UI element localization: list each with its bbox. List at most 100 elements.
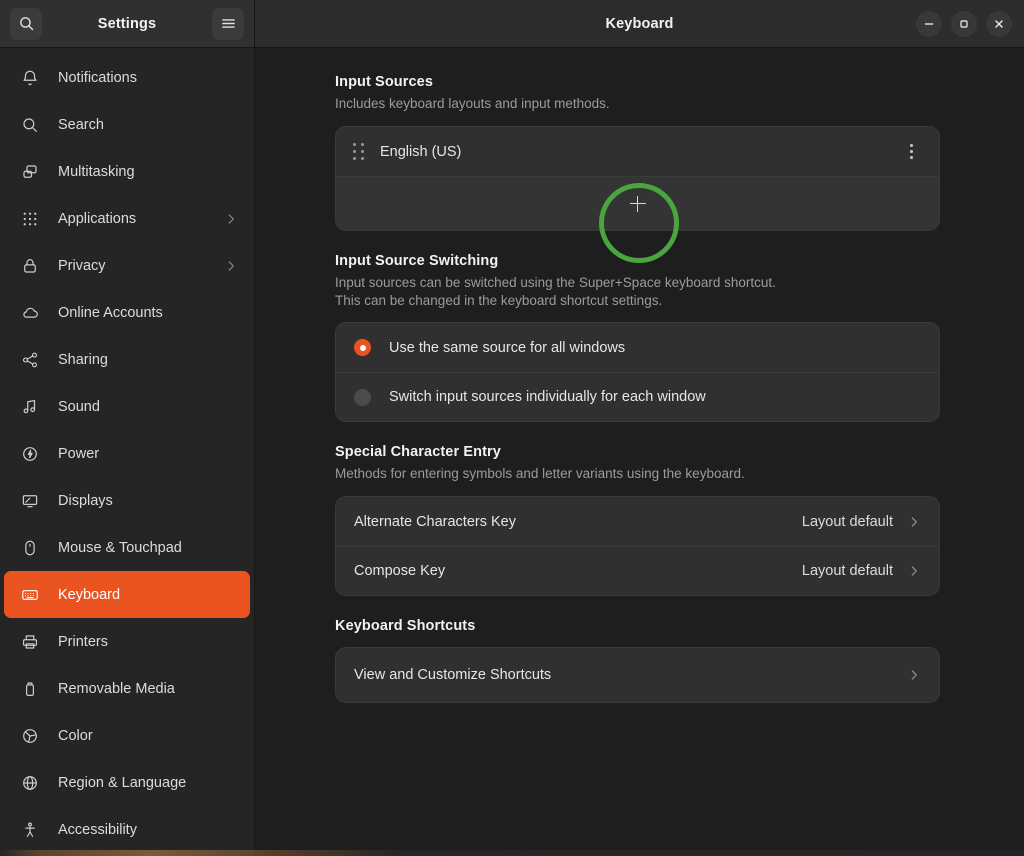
search-icon: [18, 15, 35, 32]
power-bolt-icon: [20, 444, 40, 464]
sidebar-item-notifications[interactable]: Notifications: [4, 54, 250, 101]
sidebar-item-accessibility[interactable]: Accessibility: [4, 806, 250, 853]
settings-window: Settings Keyboard Notifications Search M…: [0, 0, 1024, 856]
radio-option-per-window[interactable]: Switch input sources individually for ea…: [336, 372, 939, 421]
sidebar-item-sound[interactable]: Sound: [4, 383, 250, 430]
sidebar-item-multitasking[interactable]: Multitasking: [4, 148, 250, 195]
chevron-right-icon: [224, 259, 238, 273]
page-title: Keyboard: [605, 15, 674, 32]
sidebar-item-region-language[interactable]: Region & Language: [4, 759, 250, 806]
chevron-right-icon: [907, 668, 921, 682]
special-character-entry-card: Alternate Characters Key Layout default …: [335, 496, 940, 596]
lock-icon: [20, 256, 40, 276]
accessibility-icon: [20, 820, 40, 840]
sidebar-item-label: Applications: [58, 210, 137, 227]
color-wheel-icon: [20, 726, 40, 746]
hamburger-menu-icon: [220, 15, 237, 32]
maximize-button[interactable]: [951, 11, 977, 37]
sidebar-item-power[interactable]: Power: [4, 430, 250, 477]
globe-icon: [20, 773, 40, 793]
search-icon: [20, 115, 40, 135]
sidebar-item-color[interactable]: Color: [4, 712, 250, 759]
sidebar-item-displays[interactable]: Displays: [4, 477, 250, 524]
radio-button-selected[interactable]: [354, 339, 371, 356]
maximize-icon: [958, 18, 970, 30]
sidebar-item-mouse-touchpad[interactable]: Mouse & Touchpad: [4, 524, 250, 571]
chevron-right-icon: [224, 212, 238, 226]
cloud-icon: [20, 303, 40, 323]
sidebar-item-label: Mouse & Touchpad: [58, 539, 182, 556]
row-value: Layout default: [801, 563, 893, 579]
monitor-icon: [20, 491, 40, 511]
sidebar-item-label: Privacy: [58, 257, 106, 274]
more-options-icon[interactable]: [901, 142, 921, 162]
sidebar-item-label: Region & Language: [58, 774, 187, 791]
chevron-right-icon: [907, 515, 921, 529]
mouse-icon: [20, 538, 40, 558]
sidebar-item-applications[interactable]: Applications: [4, 195, 250, 242]
radio-option-same-source[interactable]: Use the same source for all windows: [336, 323, 939, 372]
sidebar-item-label: Sharing: [58, 351, 108, 368]
sidebar-item-label: Notifications: [58, 69, 137, 86]
sidebar-item-label: Removable Media: [58, 680, 175, 697]
keyboard-shortcuts-title: Keyboard Shortcuts: [335, 618, 476, 634]
special-character-entry-description: Methods for entering symbols and letter …: [335, 466, 745, 481]
sidebar-item-label: Power: [58, 445, 100, 462]
keyboard-shortcuts-group: Keyboard Shortcuts View and Customize Sh…: [335, 618, 940, 703]
sidebar-item-sharing[interactable]: Sharing: [4, 336, 250, 383]
description-line-1: Input sources can be switched using the …: [335, 275, 776, 290]
row-label: Alternate Characters Key: [354, 513, 516, 530]
sidebar-item-label: Multitasking: [58, 163, 135, 180]
input-source-switching-description: Input sources can be switched using the …: [335, 274, 940, 310]
window-header: Settings Keyboard: [0, 0, 1024, 48]
music-note-icon: [20, 397, 40, 417]
input-sources-group: Input Sources Includes keyboard layouts …: [335, 74, 940, 231]
input-source-switching-group: Input Source Switching Input sources can…: [335, 253, 940, 422]
sidebar-item-label: Online Accounts: [58, 304, 163, 321]
drag-handle-icon[interactable]: [352, 142, 366, 161]
radio-button-unselected[interactable]: [354, 388, 371, 406]
input-sources-description: Includes keyboard layouts and input meth…: [335, 96, 610, 111]
special-character-entry-title: Special Character Entry: [335, 444, 501, 460]
minimize-button[interactable]: [916, 11, 942, 37]
sidebar-item-online-accounts[interactable]: Online Accounts: [4, 289, 250, 336]
input-source-switching-title: Input Source Switching: [335, 253, 499, 269]
main-menu-button[interactable]: [212, 7, 244, 40]
sidebar-item-label: Sound: [58, 398, 100, 415]
sidebar-item-search[interactable]: Search: [4, 101, 250, 148]
keyboard-icon: [20, 585, 40, 605]
content-headerbar: Keyboard: [255, 0, 1024, 47]
usb-drive-icon: [20, 679, 40, 699]
view-customize-shortcuts-row[interactable]: View and Customize Shortcuts: [336, 648, 939, 702]
sidebar-item-label: Printers: [58, 633, 108, 650]
close-button[interactable]: [986, 11, 1012, 37]
minimize-icon: [923, 18, 935, 30]
radio-option-label: Switch input sources individually for ea…: [389, 389, 706, 405]
windows-icon: [20, 162, 40, 182]
sidebar-item-label: Search: [58, 116, 104, 133]
window-body: Notifications Search Multitasking Applic…: [0, 48, 1024, 856]
input-source-row[interactable]: English (US): [336, 127, 939, 176]
settings-sidebar: Notifications Search Multitasking Applic…: [0, 48, 255, 856]
sidebar-headerbar: Settings: [0, 0, 255, 47]
sidebar-item-keyboard[interactable]: Keyboard: [4, 571, 250, 618]
compose-key-row[interactable]: Compose Key Layout default: [336, 546, 939, 595]
sidebar-item-label: Keyboard: [58, 586, 121, 603]
sidebar-item-printers[interactable]: Printers: [4, 618, 250, 665]
sidebar-item-label: Displays: [58, 492, 113, 509]
bell-icon: [20, 68, 40, 88]
keyboard-shortcuts-card: View and Customize Shortcuts: [335, 647, 940, 703]
share-nodes-icon: [20, 350, 40, 370]
alternate-characters-key-row[interactable]: Alternate Characters Key Layout default: [336, 497, 939, 546]
row-label: View and Customize Shortcuts: [354, 667, 552, 683]
chevron-right-icon: [907, 564, 921, 578]
input-sources-card: English (US): [335, 126, 940, 231]
search-button[interactable]: [10, 7, 42, 40]
sidebar-item-removable-media[interactable]: Removable Media: [4, 665, 250, 712]
grid-dots-icon: [20, 209, 40, 229]
description-line-2: This can be changed in the keyboard shor…: [335, 293, 663, 308]
add-input-source-button[interactable]: [336, 176, 939, 230]
input-source-switching-card: Use the same source for all windows Swit…: [335, 322, 940, 422]
sidebar-item-privacy[interactable]: Privacy: [4, 242, 250, 289]
input-sources-title: Input Sources: [335, 74, 433, 90]
